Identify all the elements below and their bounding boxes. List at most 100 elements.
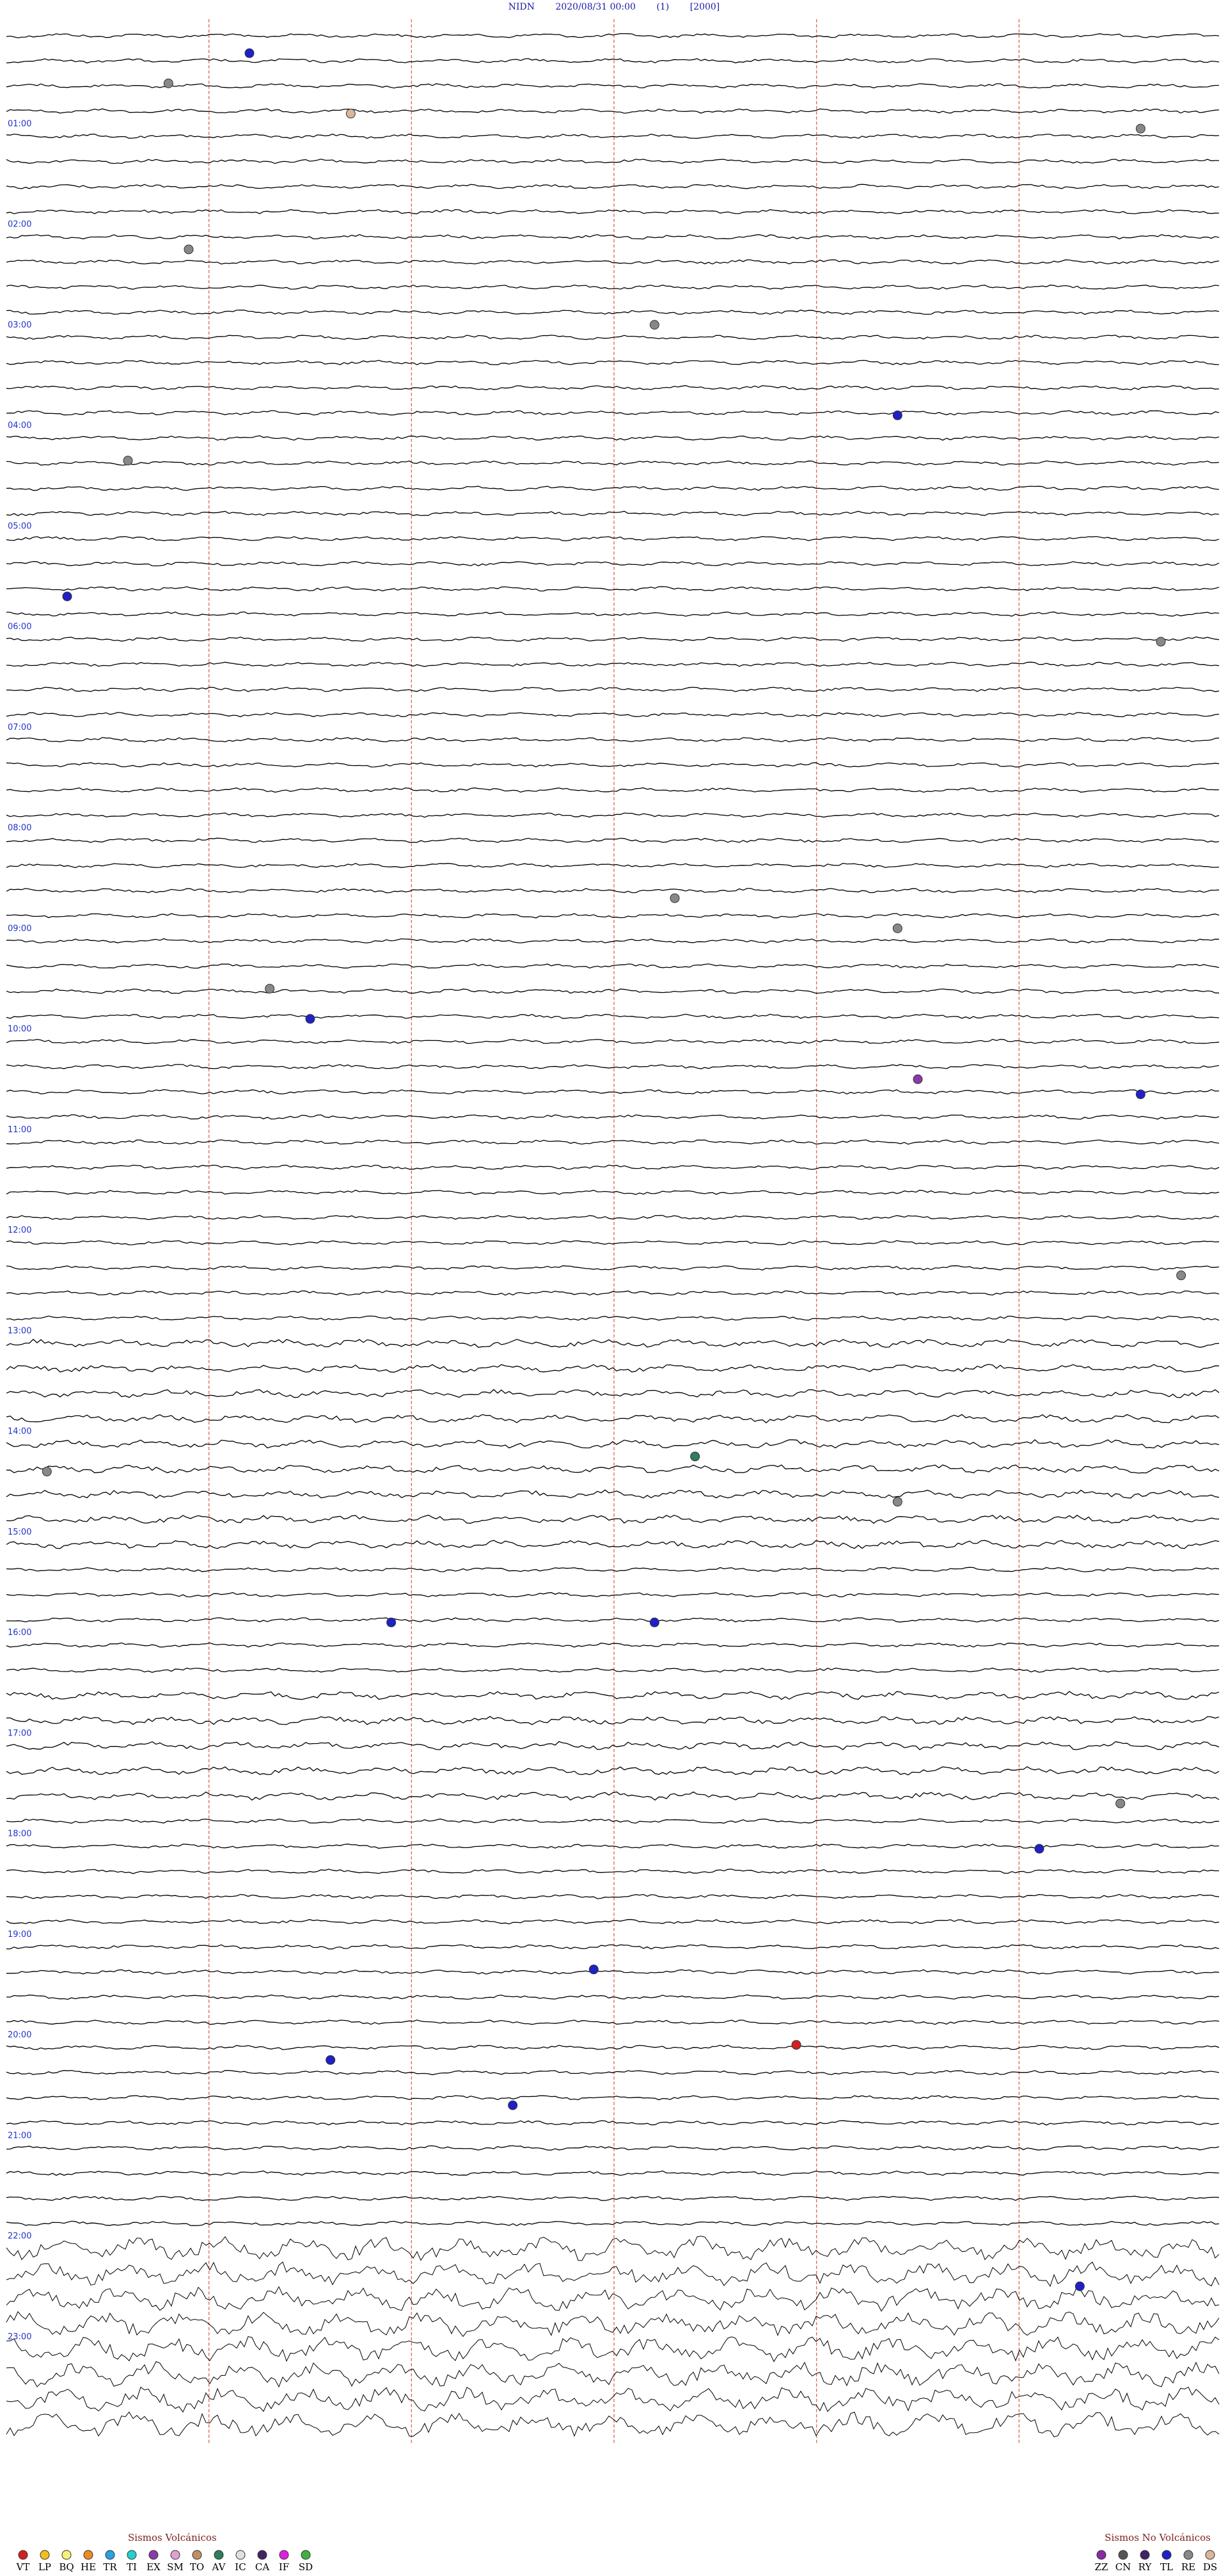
legend-dot-tr bbox=[105, 2550, 115, 2560]
event-marker-tl bbox=[386, 1617, 397, 1627]
trace-line bbox=[6, 1818, 1219, 1824]
event-marker-ex bbox=[345, 109, 356, 119]
legend-code-if: IF bbox=[279, 2561, 289, 2573]
legend-dot-ry bbox=[1140, 2550, 1150, 2560]
trace-line bbox=[6, 1364, 1220, 1373]
trace-line bbox=[6, 988, 1220, 994]
trace-line bbox=[6, 510, 1220, 516]
legend-dot-sm bbox=[170, 2550, 180, 2560]
hour-label-2200: 22:00 bbox=[8, 2232, 31, 2241]
trace-line bbox=[6, 83, 1219, 89]
event-marker-av bbox=[690, 1451, 700, 1462]
trace-line bbox=[6, 2411, 1220, 2438]
hour-label-1600: 16:00 bbox=[8, 1628, 31, 1638]
trace-line bbox=[6, 938, 1220, 944]
legend-code-tr: TR bbox=[103, 2561, 117, 2573]
event-marker-ex bbox=[913, 1074, 923, 1084]
legend-code-vt: VT bbox=[16, 2561, 30, 2573]
hour-labels: 01:00 02:00 03:00 04:00 05:00 06:00 07:00 08:00… bbox=[8, 119, 31, 2342]
trace-line bbox=[6, 1389, 1220, 1398]
nonvolcanic-legend: Sismos No Volcánicos ZZ CN RY TL RE DS bbox=[1095, 2532, 1218, 2573]
legend-dot-if bbox=[279, 2550, 289, 2560]
trace-line bbox=[6, 1893, 1220, 1899]
hour-label-0800: 08:00 bbox=[8, 823, 31, 833]
legend-code-ti: TI bbox=[127, 2561, 137, 2573]
trace-line bbox=[6, 2170, 1220, 2176]
trace-line bbox=[6, 1791, 1220, 1801]
event-marker-tl bbox=[1135, 1089, 1145, 1100]
trace-line bbox=[6, 812, 1220, 818]
hour-label-1700: 17:00 bbox=[8, 1728, 31, 1738]
trace-line bbox=[6, 2386, 1220, 2413]
hour-label-0700: 07:00 bbox=[8, 723, 31, 732]
trace-line bbox=[6, 486, 1220, 491]
trace-line bbox=[6, 2044, 1220, 2050]
legend-title: Sismos No Volcánicos bbox=[1105, 2532, 1211, 2543]
legend-dot-re bbox=[1183, 2550, 1193, 2560]
trace-line bbox=[6, 1691, 1220, 1700]
trace-line bbox=[6, 888, 1220, 894]
trace-line bbox=[6, 209, 1220, 214]
legend-code-ex: EX bbox=[146, 2561, 161, 2573]
trace-line bbox=[6, 2069, 1220, 2076]
event-marker-ca bbox=[265, 984, 275, 994]
legend-code-tl: TL bbox=[1160, 2561, 1173, 2573]
trace-line bbox=[6, 133, 1220, 139]
trace-line bbox=[6, 1290, 1220, 1296]
legend-dot-zz bbox=[1096, 2550, 1106, 2560]
trace-line bbox=[6, 1139, 1220, 1145]
event-marker-re bbox=[123, 455, 133, 466]
trace-line bbox=[6, 963, 1220, 969]
hour-label-2000: 20:00 bbox=[8, 2030, 31, 2040]
trace-line bbox=[6, 2261, 1220, 2288]
legend-code-zz: ZZ bbox=[1095, 2561, 1108, 2573]
event-marker-tl bbox=[1074, 2281, 1085, 2291]
trace-line bbox=[6, 360, 1220, 365]
event-marker-ic bbox=[42, 1466, 52, 1476]
trace-line bbox=[6, 1240, 1220, 1245]
minute-gridlines bbox=[208, 19, 1020, 2444]
legend-dot-lp bbox=[40, 2550, 50, 2560]
trace-line bbox=[6, 159, 1219, 164]
event-marker-ds bbox=[1156, 636, 1166, 647]
trace-line bbox=[6, 862, 1220, 869]
legend-dot-ic bbox=[235, 2550, 246, 2560]
event-marker-tl bbox=[649, 1617, 659, 1627]
trace-line bbox=[6, 2095, 1220, 2101]
legend-code-ic: IC bbox=[235, 2561, 246, 2573]
legend-title: Sismos Volcánicos bbox=[128, 2532, 217, 2543]
trace-line bbox=[6, 2336, 1220, 2362]
event-marker-tl bbox=[62, 591, 72, 601]
legend-dot-ex bbox=[148, 2550, 159, 2560]
event-marker-ds bbox=[670, 893, 680, 903]
trace-line bbox=[6, 1716, 1220, 1725]
trace-line bbox=[6, 1994, 1220, 2000]
trace-line bbox=[6, 1567, 1220, 1572]
event-marker-tl bbox=[508, 2100, 518, 2110]
hour-label-0200: 02:00 bbox=[8, 220, 31, 230]
trace-line bbox=[6, 1667, 1220, 1673]
legend-dot-vt bbox=[18, 2550, 28, 2560]
hour-label-0400: 04:00 bbox=[8, 421, 31, 431]
trace-line bbox=[6, 384, 1220, 391]
trace-line bbox=[6, 1642, 1220, 1648]
trace-line bbox=[6, 1164, 1220, 1170]
trace-line bbox=[6, 310, 1220, 315]
trace-line bbox=[6, 2311, 1220, 2337]
legend-code-he: HE bbox=[81, 2561, 96, 2573]
event-marker-ds bbox=[163, 78, 173, 88]
trace-line bbox=[6, 2286, 1220, 2312]
trace-line bbox=[6, 711, 1220, 718]
event-marker-to bbox=[892, 923, 902, 933]
legend-dot-bq bbox=[61, 2550, 72, 2560]
trace-line bbox=[6, 1414, 1220, 1424]
legend-dot-sd bbox=[301, 2550, 311, 2560]
hour-label-2300: 23:00 bbox=[8, 2332, 31, 2342]
hour-label-0900: 09:00 bbox=[8, 924, 31, 933]
trace-line bbox=[6, 1540, 1220, 1549]
trace-line bbox=[6, 1766, 1220, 1776]
legend-dot-av bbox=[214, 2550, 224, 2560]
trace-line bbox=[6, 762, 1220, 768]
helicorder-plot: 01:00 02:00 03:00 04:00 05:00 06:00 07:00 08:00… bbox=[6, 19, 1220, 2573]
event-marker-ds bbox=[892, 1497, 902, 1507]
